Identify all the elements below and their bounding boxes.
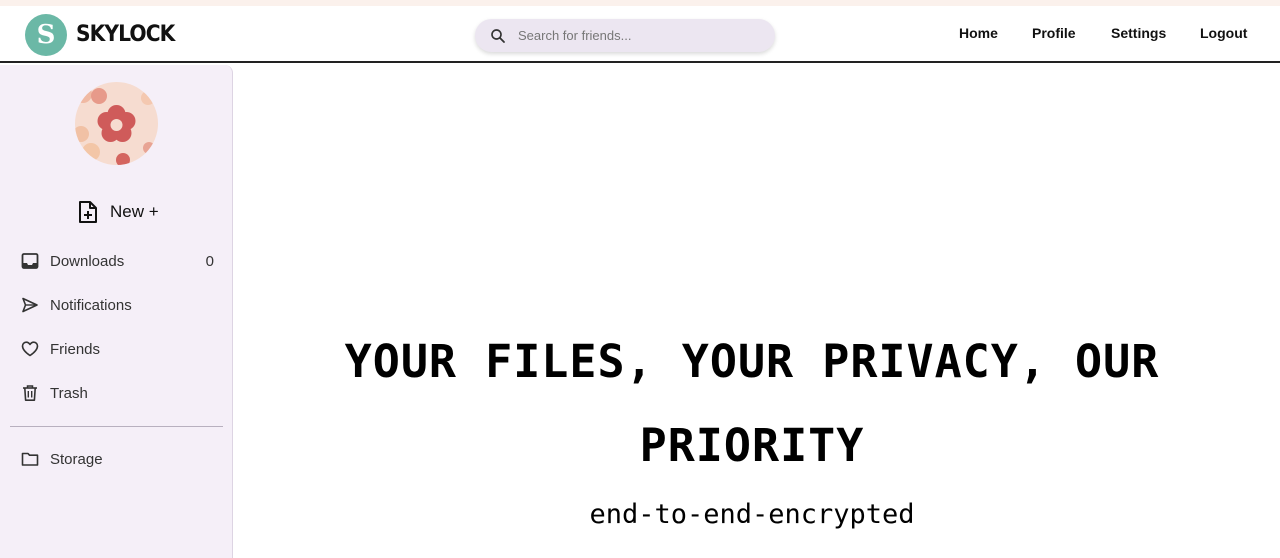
sidebar-item-notifications[interactable]: Notifications — [21, 294, 214, 316]
search-input[interactable] — [516, 27, 760, 44]
sidebar-item-trash[interactable]: Trash — [21, 382, 214, 404]
sidebar-item-label: Friends — [50, 340, 101, 358]
sidebar-item-label: Trash — [50, 384, 88, 402]
sidebar-item-friends[interactable]: Friends — [21, 338, 214, 360]
search-bar[interactable] — [475, 19, 775, 52]
navbar: S SKYLOCK Home Profile Settings Logout — [0, 6, 1280, 63]
sidebar-divider — [10, 426, 223, 427]
sidebar-item-downloads[interactable]: Downloads 0 — [21, 250, 214, 272]
downloads-count: 0 — [205, 252, 214, 270]
search-icon — [491, 28, 505, 43]
logo-badge[interactable]: S — [25, 14, 67, 56]
send-icon — [22, 297, 38, 313]
sidebar-item-storage[interactable]: Storage — [21, 448, 214, 470]
avatar[interactable] — [75, 82, 158, 165]
heart-icon — [21, 341, 39, 357]
folder-icon — [21, 452, 39, 466]
sidebar-item-label: Notifications — [50, 296, 132, 314]
hero-title: YOUR FILES, YOUR PRIVACY, OUR PRIORITY — [344, 335, 1160, 472]
trash-icon — [23, 385, 37, 401]
nav-home-link[interactable]: Home — [959, 25, 998, 41]
new-button[interactable]: New + — [77, 198, 159, 226]
nav-logout-link[interactable]: Logout — [1200, 25, 1247, 41]
inbox-icon — [21, 253, 39, 269]
file-plus-icon — [79, 201, 97, 223]
sidebar: New + Downloads 0 Notifications Friends … — [0, 65, 233, 558]
brand-name[interactable]: SKYLOCK — [76, 22, 175, 47]
hero-subtitle: end-to-end-encrypted — [589, 499, 915, 530]
sidebar-item-label: Storage — [50, 450, 103, 468]
sidebar-item-label: Downloads — [50, 252, 125, 270]
hero-section: YOUR FILES, YOUR PRIVACY, OUR PRIORITY e… — [234, 65, 1270, 558]
nav-profile-link[interactable]: Profile — [1032, 25, 1076, 41]
new-button-label: New + — [110, 202, 159, 221]
nav-settings-link[interactable]: Settings — [1111, 25, 1166, 41]
